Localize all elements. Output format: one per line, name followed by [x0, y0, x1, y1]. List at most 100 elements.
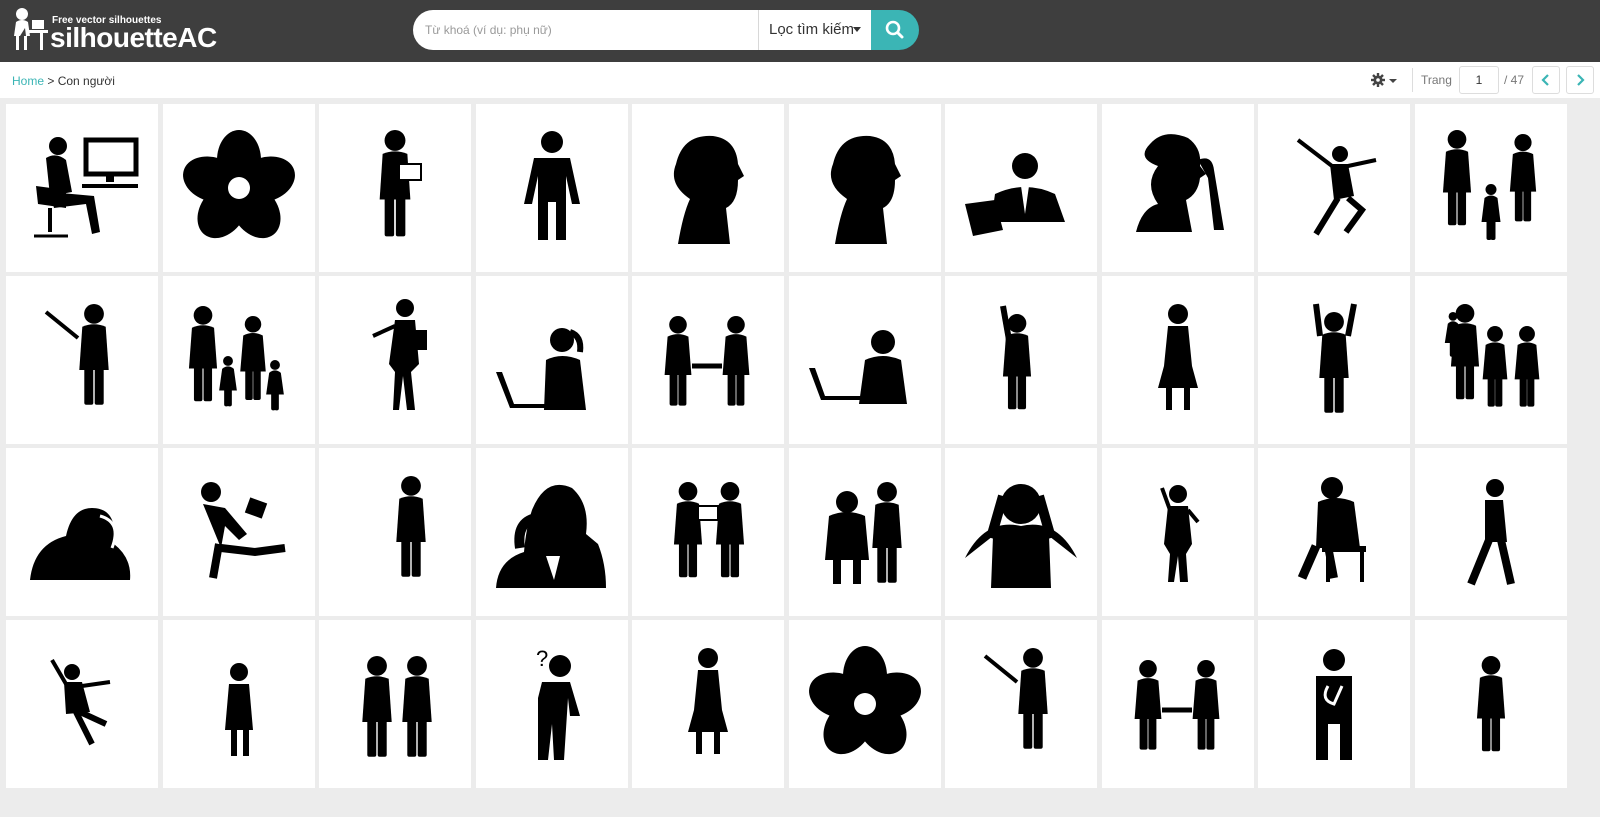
toolbar: Home > Con người Trang / 47 — [0, 62, 1600, 98]
woman-at-laptop-silhouette-icon — [495, 328, 586, 410]
silhouette-item[interactable] — [788, 104, 941, 272]
silhouette-item[interactable] — [1414, 104, 1567, 272]
silhouette-grid: ? — [6, 104, 1600, 804]
family-silhouette-icon — [1442, 130, 1536, 240]
handshake-silhouette-icon — [664, 316, 750, 406]
silhouette-item[interactable] — [1101, 448, 1254, 616]
girl-standing-silhouette-icon — [224, 663, 253, 756]
person-icon-silhouette-icon — [523, 131, 580, 240]
silhouette-item[interactable] — [1414, 448, 1567, 616]
silhouette-item[interactable] — [6, 104, 158, 272]
svg-text:?: ? — [536, 646, 548, 671]
silhouette-item[interactable] — [162, 276, 315, 444]
search-icon — [885, 20, 904, 39]
gear-icon — [1371, 73, 1397, 87]
flower-silhouette-icon — [808, 646, 921, 755]
logo-icon — [14, 8, 48, 50]
prev-page-button[interactable] — [1532, 66, 1560, 94]
breadcrumb-current: Con người — [57, 74, 115, 88]
man-sitting-thinking-silhouette-icon — [1297, 477, 1366, 582]
elderly-couple-silhouette-icon — [824, 482, 902, 584]
woman-thinking-silhouette-icon — [1135, 134, 1224, 232]
silhouette-item[interactable] — [1258, 104, 1410, 272]
silhouette-item[interactable] — [162, 104, 315, 272]
silhouette-item[interactable] — [475, 276, 628, 444]
silhouette-item[interactable] — [788, 620, 941, 788]
silhouette-item[interactable] — [945, 276, 1097, 444]
silhouette-item[interactable] — [945, 104, 1097, 272]
man-holding-head-silhouette-icon — [495, 484, 606, 588]
standing-businessman-silhouette-icon — [396, 476, 426, 577]
businessman-with-laptop-silhouette-icon — [965, 153, 1065, 236]
search-bar: Lọc tìm kiếm — [413, 10, 919, 50]
silhouette-item[interactable] — [788, 448, 941, 616]
silhouette-item[interactable] — [632, 104, 784, 272]
filter-label: Lọc tìm kiếm — [769, 21, 855, 38]
silhouette-item[interactable] — [162, 448, 315, 616]
standing-woman-silhouette-icon — [1157, 304, 1198, 410]
walking-boy-silhouette-icon — [1466, 479, 1515, 586]
silhouette-item[interactable] — [6, 620, 158, 788]
breadcrumb: Home > Con người — [12, 74, 115, 88]
breadcrumb-separator: > — [44, 74, 58, 88]
silhouette-item[interactable] — [1258, 620, 1410, 788]
person-question-icon-silhouette-icon: ? — [536, 646, 580, 760]
silhouette-item[interactable] — [788, 276, 941, 444]
family-with-children-silhouette-icon — [188, 306, 284, 411]
presenter-with-pointer-silhouette-icon — [983, 648, 1048, 749]
silhouette-item[interactable] — [475, 104, 628, 272]
logo-name: silhouetteAC — [50, 22, 217, 53]
toolbar-divider — [1412, 68, 1413, 92]
settings-dropdown[interactable] — [1370, 71, 1400, 89]
silhouette-item[interactable] — [319, 276, 471, 444]
man-cheering-silhouette-icon — [1313, 303, 1357, 413]
running-businessman-silhouette-icon — [200, 482, 286, 579]
man-at-computer-silhouette-icon — [34, 137, 139, 238]
silhouette-item[interactable] — [632, 276, 784, 444]
search-button[interactable] — [871, 10, 919, 50]
silhouette-item[interactable] — [1101, 276, 1254, 444]
silhouette-item[interactable] — [6, 276, 158, 444]
silhouette-item[interactable] — [1101, 620, 1254, 788]
silhouette-item[interactable]: ? — [475, 620, 628, 788]
page-label: Trang — [1421, 73, 1452, 87]
top-header: Free vector silhouettes silhouetteAC Lọc… — [0, 0, 1600, 62]
silhouette-item[interactable] — [1414, 620, 1567, 788]
filter-dropdown[interactable]: Lọc tìm kiếm — [758, 10, 871, 50]
search-input[interactable] — [413, 10, 758, 50]
presenter-with-pointer-silhouette-icon — [44, 304, 109, 405]
jumping-girl-silhouette-icon — [1296, 138, 1377, 236]
silhouette-item[interactable] — [319, 620, 471, 788]
silhouette-item[interactable] — [1258, 448, 1410, 616]
standing-man-silhouette-icon — [1476, 656, 1505, 752]
woman-on-phone-silhouette-icon — [1159, 485, 1200, 582]
silhouette-item[interactable] — [319, 448, 471, 616]
chevron-right-icon — [1577, 74, 1585, 86]
stressed-man-silhouette-icon — [965, 484, 1077, 588]
silhouette-item[interactable] — [319, 104, 471, 272]
family-group-silhouette-icon — [1444, 304, 1539, 407]
silhouette-item[interactable] — [6, 448, 158, 616]
silhouette-item[interactable] — [1258, 276, 1410, 444]
silhouette-item[interactable] — [1414, 276, 1567, 444]
flower-silhouette-icon — [182, 130, 295, 239]
silhouette-item[interactable] — [945, 448, 1097, 616]
page-number-input[interactable] — [1459, 66, 1499, 94]
man-head-in-hands-silhouette-icon — [30, 508, 131, 580]
silhouette-item[interactable] — [632, 448, 784, 616]
man-at-laptop-silhouette-icon — [808, 330, 907, 404]
woman-with-clipboard-silhouette-icon — [372, 299, 427, 410]
silhouette-item[interactable] — [1101, 104, 1254, 272]
man-raising-fist-silhouette-icon — [1000, 305, 1032, 410]
silhouette-item[interactable] — [475, 448, 628, 616]
page-total: / 47 — [1504, 73, 1525, 87]
site-logo[interactable]: Free vector silhouettes silhouetteAC — [10, 6, 220, 54]
woman-head-profile-silhouette-icon — [830, 135, 901, 244]
breadcrumb-home-link[interactable]: Home — [12, 74, 44, 88]
silhouette-item[interactable] — [945, 620, 1097, 788]
standing-woman-silhouette-icon — [688, 648, 728, 754]
silhouette-item[interactable] — [162, 620, 315, 788]
silhouette-item[interactable] — [632, 620, 784, 788]
next-page-button[interactable] — [1566, 66, 1594, 94]
caret-down-icon — [853, 27, 861, 32]
